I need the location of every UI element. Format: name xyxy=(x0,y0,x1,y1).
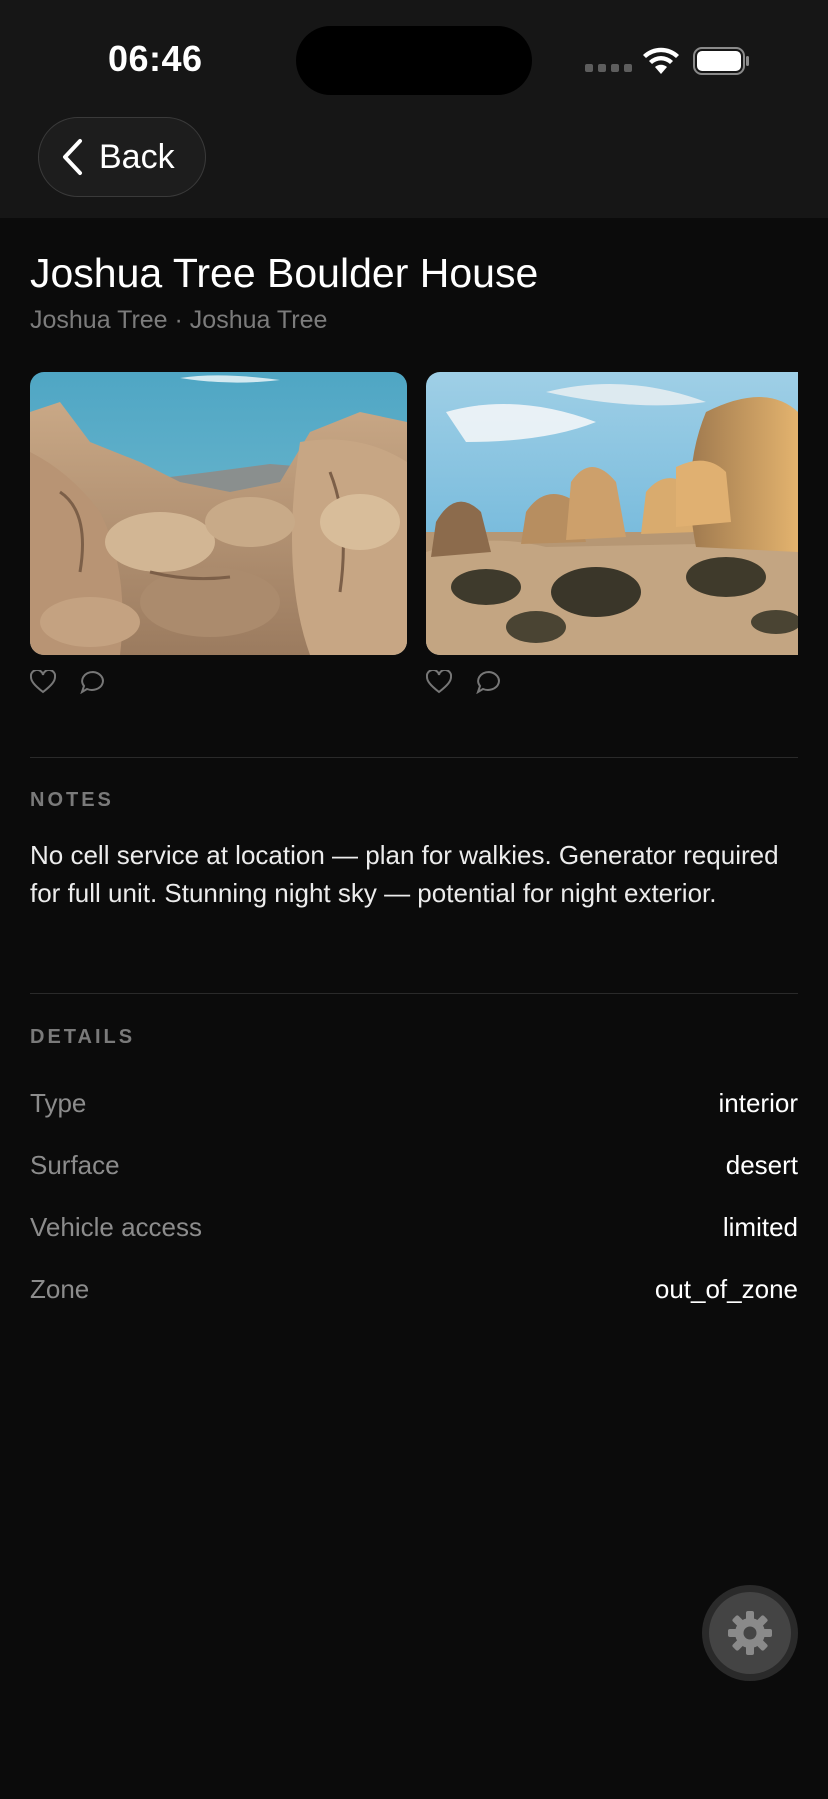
detail-value: out_of_zone xyxy=(654,1273,798,1304)
location-photo[interactable] xyxy=(426,372,798,655)
detail-key: Type xyxy=(30,1087,87,1118)
divider xyxy=(30,993,798,994)
comment-icon[interactable] xyxy=(80,670,106,694)
detail-value: desert xyxy=(725,1149,798,1180)
gear-icon xyxy=(709,1592,791,1674)
dynamic-island xyxy=(296,26,532,95)
status-time: 06:46 xyxy=(108,38,203,79)
chevron-left-icon xyxy=(61,138,83,176)
detail-key: Surface xyxy=(30,1149,120,1180)
detail-row-vehicle-access: Vehicle access limited xyxy=(30,1207,798,1247)
details-label: DETAILS xyxy=(30,1026,136,1048)
detail-row-surface: Surface desert xyxy=(30,1145,798,1185)
detail-value: limited xyxy=(722,1211,798,1242)
location-subtitle: Joshua Tree · Joshua Tree xyxy=(30,306,328,334)
comment-icon[interactable] xyxy=(476,670,502,694)
heart-icon[interactable] xyxy=(30,670,56,694)
notes-label: NOTES xyxy=(30,789,114,811)
photo-actions xyxy=(426,670,502,694)
detail-value: interior xyxy=(718,1087,798,1118)
location-title: Joshua Tree Boulder House xyxy=(30,250,539,296)
cellular-signal-icon xyxy=(585,64,632,72)
photo-actions xyxy=(30,670,106,694)
battery-icon xyxy=(693,47,749,75)
detail-key: Zone xyxy=(30,1273,90,1304)
divider xyxy=(30,757,798,758)
heart-icon[interactable] xyxy=(426,670,452,694)
notes-text: No cell service at location — plan for w… xyxy=(30,840,779,908)
settings-button[interactable] xyxy=(702,1585,798,1681)
location-photo[interactable] xyxy=(30,372,407,655)
back-button[interactable]: Back xyxy=(38,117,206,197)
back-label: Back xyxy=(99,137,175,176)
detail-row-type: Type interior xyxy=(30,1083,798,1123)
wifi-icon xyxy=(643,47,679,74)
detail-key: Vehicle access xyxy=(30,1211,202,1242)
detail-row-zone: Zone out_of_zone xyxy=(30,1269,798,1309)
